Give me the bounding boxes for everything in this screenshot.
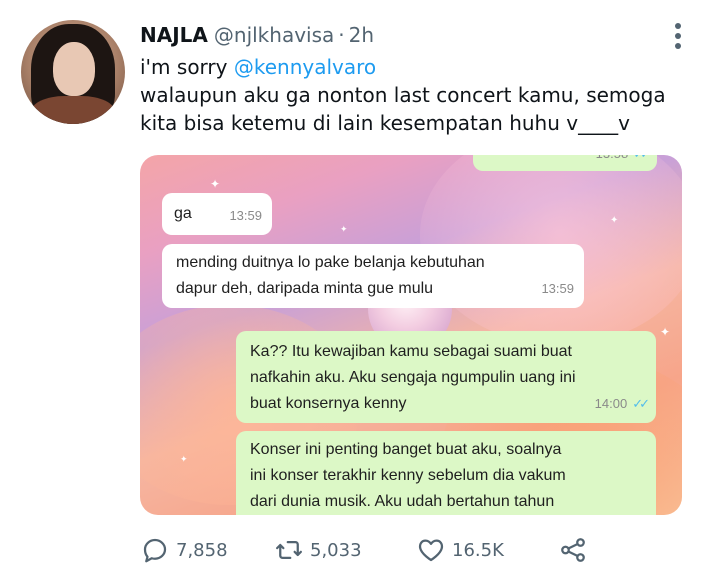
avatar-face	[53, 42, 95, 96]
retweet-count: 5,033	[310, 539, 362, 561]
reply-count: 7,858	[176, 539, 228, 561]
message-time: 13:59	[541, 281, 574, 296]
message-meta: 13:59	[229, 203, 262, 229]
author-handle[interactable]: @njlkhavisa	[214, 23, 334, 47]
like-button[interactable]: 16.5K	[416, 530, 504, 570]
heart-icon	[418, 539, 444, 562]
message-text: mending duitnya lo pake belanja kebutuha…	[176, 254, 485, 297]
tweet-text-prefix: i'm sorry	[140, 55, 234, 79]
message-text: Konser ini penting banget buat aku, soal…	[250, 441, 566, 510]
more-dot	[675, 33, 681, 39]
chat-bubble-outgoing-partial: 13:58 ✓✓	[473, 155, 657, 171]
message-time: 14:00	[594, 396, 628, 411]
message-time: 13:58	[596, 155, 629, 167]
tweet-header: NAJLA @njlkhavisa · 2h	[140, 23, 374, 51]
avatar-shirt	[31, 96, 115, 124]
header-separator: ·	[338, 23, 345, 47]
author-name[interactable]: NAJLA	[140, 23, 208, 47]
retweet-icon	[276, 541, 302, 559]
read-ticks-icon: ✓✓	[633, 155, 651, 167]
share-button[interactable]	[558, 530, 588, 570]
reply-button[interactable]: 7,858	[140, 530, 228, 570]
chat-bubble-incoming: mending duitnya lo pake belanja kebutuha…	[162, 244, 584, 308]
message-text: Ka?? Itu kewajiban kamu sebagai suami bu…	[250, 343, 576, 412]
read-ticks-icon: ✓✓	[632, 396, 650, 411]
tweet-timestamp[interactable]: 2h	[349, 23, 374, 47]
sparkle-icon: ✦	[180, 455, 188, 465]
retweet-button[interactable]: 5,033	[274, 530, 362, 570]
more-options-icon[interactable]	[664, 22, 692, 50]
author-avatar[interactable]	[21, 20, 125, 124]
sparkle-icon: ✦	[610, 215, 619, 226]
sparkle-icon: ✦	[210, 177, 221, 191]
like-count: 16.5K	[452, 539, 504, 561]
more-dot	[675, 43, 681, 49]
chat-bubble-incoming: ga 13:59	[162, 193, 272, 235]
share-icon	[561, 538, 585, 562]
mention-link[interactable]: @kennyalvaro	[234, 55, 376, 79]
message-meta: 14:00 ✓✓	[594, 391, 650, 417]
message-meta: 13:58 ✓✓	[596, 155, 651, 167]
sparkle-icon: ✦	[660, 325, 671, 339]
message-time: 13:59	[229, 208, 262, 223]
reply-icon	[143, 538, 167, 563]
tweet-actions: 7,858 5,033 16.5K	[140, 530, 610, 570]
tweet-line-3: kita bisa ketemu di lain kesempatan huhu…	[140, 111, 630, 135]
attached-image[interactable]: ✦ ✦ ✦ ✦ ✦ 13:58 ✓✓ ga 13:59 mending duitn…	[140, 155, 682, 515]
chat-bubble-outgoing: Ka?? Itu kewajiban kamu sebagai suami bu…	[236, 331, 656, 423]
tweet-text: i'm sorry @kennyalvaro walaupun aku ga n…	[140, 53, 700, 137]
message-meta: 13:59	[541, 276, 574, 302]
more-dot	[675, 23, 681, 29]
tweet-line-1: i'm sorry @kennyalvaro	[140, 53, 700, 81]
sparkle-icon: ✦	[340, 225, 348, 235]
chat-bubble-outgoing: Konser ini penting banget buat aku, soal…	[236, 431, 656, 515]
tweet-line-2: walaupun aku ga nonton last concert kamu…	[140, 83, 666, 107]
